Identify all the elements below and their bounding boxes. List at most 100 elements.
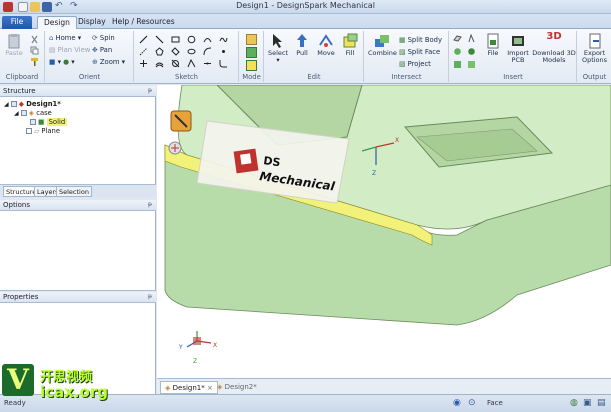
home-button[interactable]: ⌂ Home ▾ [49, 34, 81, 42]
copy-icon[interactable] [30, 46, 39, 55]
bend-tool-icon[interactable] [187, 59, 196, 68]
line-tool-icon[interactable] [139, 35, 148, 44]
doc-tab-label-design1: Design1* [172, 384, 205, 392]
plane-tool-icon[interactable] [453, 34, 462, 43]
split-body-button[interactable]: ▦ Split Body [399, 36, 442, 44]
anchor-handle-icon[interactable] [168, 141, 182, 155]
cylinder-tool-icon[interactable] [467, 34, 476, 43]
pan-button[interactable]: ✥ Pan [92, 46, 112, 54]
group-intersect: Combine ▦ Split Body ▧ Split Face ▨ Proj… [365, 31, 449, 82]
model-canvas[interactable]: DS Mechanical Z X Y X Z [157, 85, 611, 378]
sweep-arc-icon[interactable] [203, 47, 212, 56]
status-zoom-icon[interactable]: ⊙ [468, 398, 476, 408]
status-info-icon[interactable]: ◉ [453, 398, 461, 408]
tab-file[interactable]: File [2, 16, 32, 29]
doc-tab-design1[interactable]: ◈ Design1* × [160, 381, 218, 394]
decal-text-ds: DS [263, 154, 282, 169]
structure-panel-header: Structure ᵽ [0, 86, 156, 97]
paste-button[interactable]: Paste [3, 33, 25, 57]
zoom-button[interactable]: ⊕ Zoom ▾ [92, 58, 125, 66]
status-settings-icon[interactable]: ▤ [597, 398, 606, 408]
status-selection-filter[interactable]: Face [487, 399, 503, 407]
download-3d-models-button[interactable]: 3D Download 3D Models [532, 32, 576, 64]
polygon-tool-icon[interactable] [155, 47, 164, 56]
pull-button[interactable]: Pull [291, 33, 313, 57]
split-face-label: Split Face [407, 48, 441, 56]
sphere-tool-icon[interactable] [467, 47, 476, 56]
split-line-icon[interactable] [203, 59, 212, 68]
pull-icon [297, 34, 307, 47]
tree-item-case[interactable]: ◢ ◈ case [14, 109, 52, 117]
fill-button[interactable]: Fill [339, 33, 361, 57]
arc-tool-icon[interactable] [203, 35, 212, 44]
plan-view-button[interactable]: ▤ Plan View [49, 46, 90, 54]
tree-item-plane[interactable]: ▱ Plane [26, 127, 60, 135]
project-button[interactable]: ▨ Project [399, 60, 431, 68]
doc-tab-design2[interactable]: ◈ Design2* [213, 381, 261, 394]
project-label: Project [407, 60, 431, 68]
view-cube-button[interactable]: ■ ▾ ● ▾ [49, 58, 75, 66]
spline-tool-icon[interactable] [219, 35, 228, 44]
plan-view-icon: ▤ [49, 46, 56, 54]
3d-mode-icon[interactable] [246, 60, 257, 71]
offset-curve-icon[interactable] [155, 59, 164, 68]
ribbon-tabs: File Design Display Help / Resources [0, 14, 611, 29]
tree-label-solid: Solid [46, 118, 68, 126]
tree-item-design1[interactable]: ◢ ◆ Design1* [4, 100, 61, 108]
rectangle-tool-icon[interactable] [171, 35, 180, 44]
tree-expand-icon[interactable]: ◢ [14, 110, 19, 117]
export-options-button[interactable]: Export Options [579, 33, 610, 64]
construction-line-icon[interactable] [139, 47, 148, 56]
axis-tool-icon[interactable] [453, 47, 462, 56]
tree-checkbox[interactable] [26, 128, 32, 134]
tree-expand-icon[interactable]: ◢ [4, 101, 9, 108]
circle-tool-icon[interactable] [187, 35, 196, 44]
spin-label: Spin [99, 34, 115, 42]
tab-help-resources[interactable]: Help / Resources [106, 16, 181, 29]
properties-pin-icon[interactable]: ᵽ [148, 293, 152, 300]
decal-cube-inner [240, 153, 252, 165]
status-display-icon[interactable]: ▣ [583, 398, 592, 408]
move-button[interactable]: Move [315, 33, 337, 57]
tree-checkbox[interactable] [10, 101, 17, 107]
spin-button[interactable]: ⟳ Spin [92, 34, 115, 42]
file-insert-button[interactable]: File [482, 33, 504, 57]
split-face-button[interactable]: ▧ Split Face [399, 48, 440, 56]
move-handle-icon[interactable] [170, 110, 192, 132]
cut-icon[interactable] [30, 35, 39, 44]
tree-checkbox[interactable] [30, 119, 36, 125]
project-icon: ▨ [399, 60, 406, 68]
design-viewport[interactable]: DS Mechanical Z X Y X Z [157, 85, 611, 378]
three-point-rect-icon[interactable] [171, 47, 180, 56]
split-body-icon: ▦ [399, 36, 406, 44]
group-output: Export Options Output [578, 31, 611, 82]
sketch-mode-icon[interactable] [246, 34, 257, 45]
close-icon[interactable]: × [207, 384, 213, 392]
status-globe-icon[interactable]: ◍ [570, 398, 578, 408]
import-pcb-button[interactable]: Import PCB [506, 33, 530, 64]
view-triad-z-label: Z [193, 358, 197, 365]
section-mode-icon[interactable] [246, 47, 257, 58]
structure-subtabs: Structure Layers Selection [0, 184, 156, 197]
structure-pin-icon[interactable]: ᵽ [148, 87, 152, 94]
options-pin-icon[interactable]: ᵽ [148, 201, 152, 208]
project-curve-icon[interactable] [171, 59, 180, 68]
zoom-label: Zoom [99, 58, 120, 66]
group-insert: File Import PCB 3D Download 3D Models Inse… [450, 31, 577, 82]
tab-design[interactable]: Design [37, 16, 77, 29]
combine-button[interactable]: Combine [368, 33, 397, 57]
origin-tool-icon[interactable] [453, 60, 462, 69]
tangent-line-icon[interactable] [155, 35, 164, 44]
point-tool-icon[interactable] [219, 47, 228, 56]
fillet-corner-icon[interactable] [219, 59, 228, 68]
spin-icon: ⟳ [92, 34, 98, 42]
trim-tool-icon[interactable] [139, 59, 148, 68]
image-insert-icon[interactable] [467, 60, 476, 69]
subtab-selection[interactable]: Selection [56, 186, 92, 197]
tree-item-solid[interactable]: ■ Solid [30, 118, 68, 126]
select-button[interactable]: Select ▾ [266, 33, 290, 64]
ellipse-tool-icon[interactable] [187, 47, 196, 56]
format-painter-icon[interactable] [30, 57, 39, 66]
tree-checkbox[interactable] [20, 110, 27, 116]
structure-panel: ◢ ◆ Design1* ◢ ◈ case ■ Solid ▱ Plane [0, 97, 156, 184]
